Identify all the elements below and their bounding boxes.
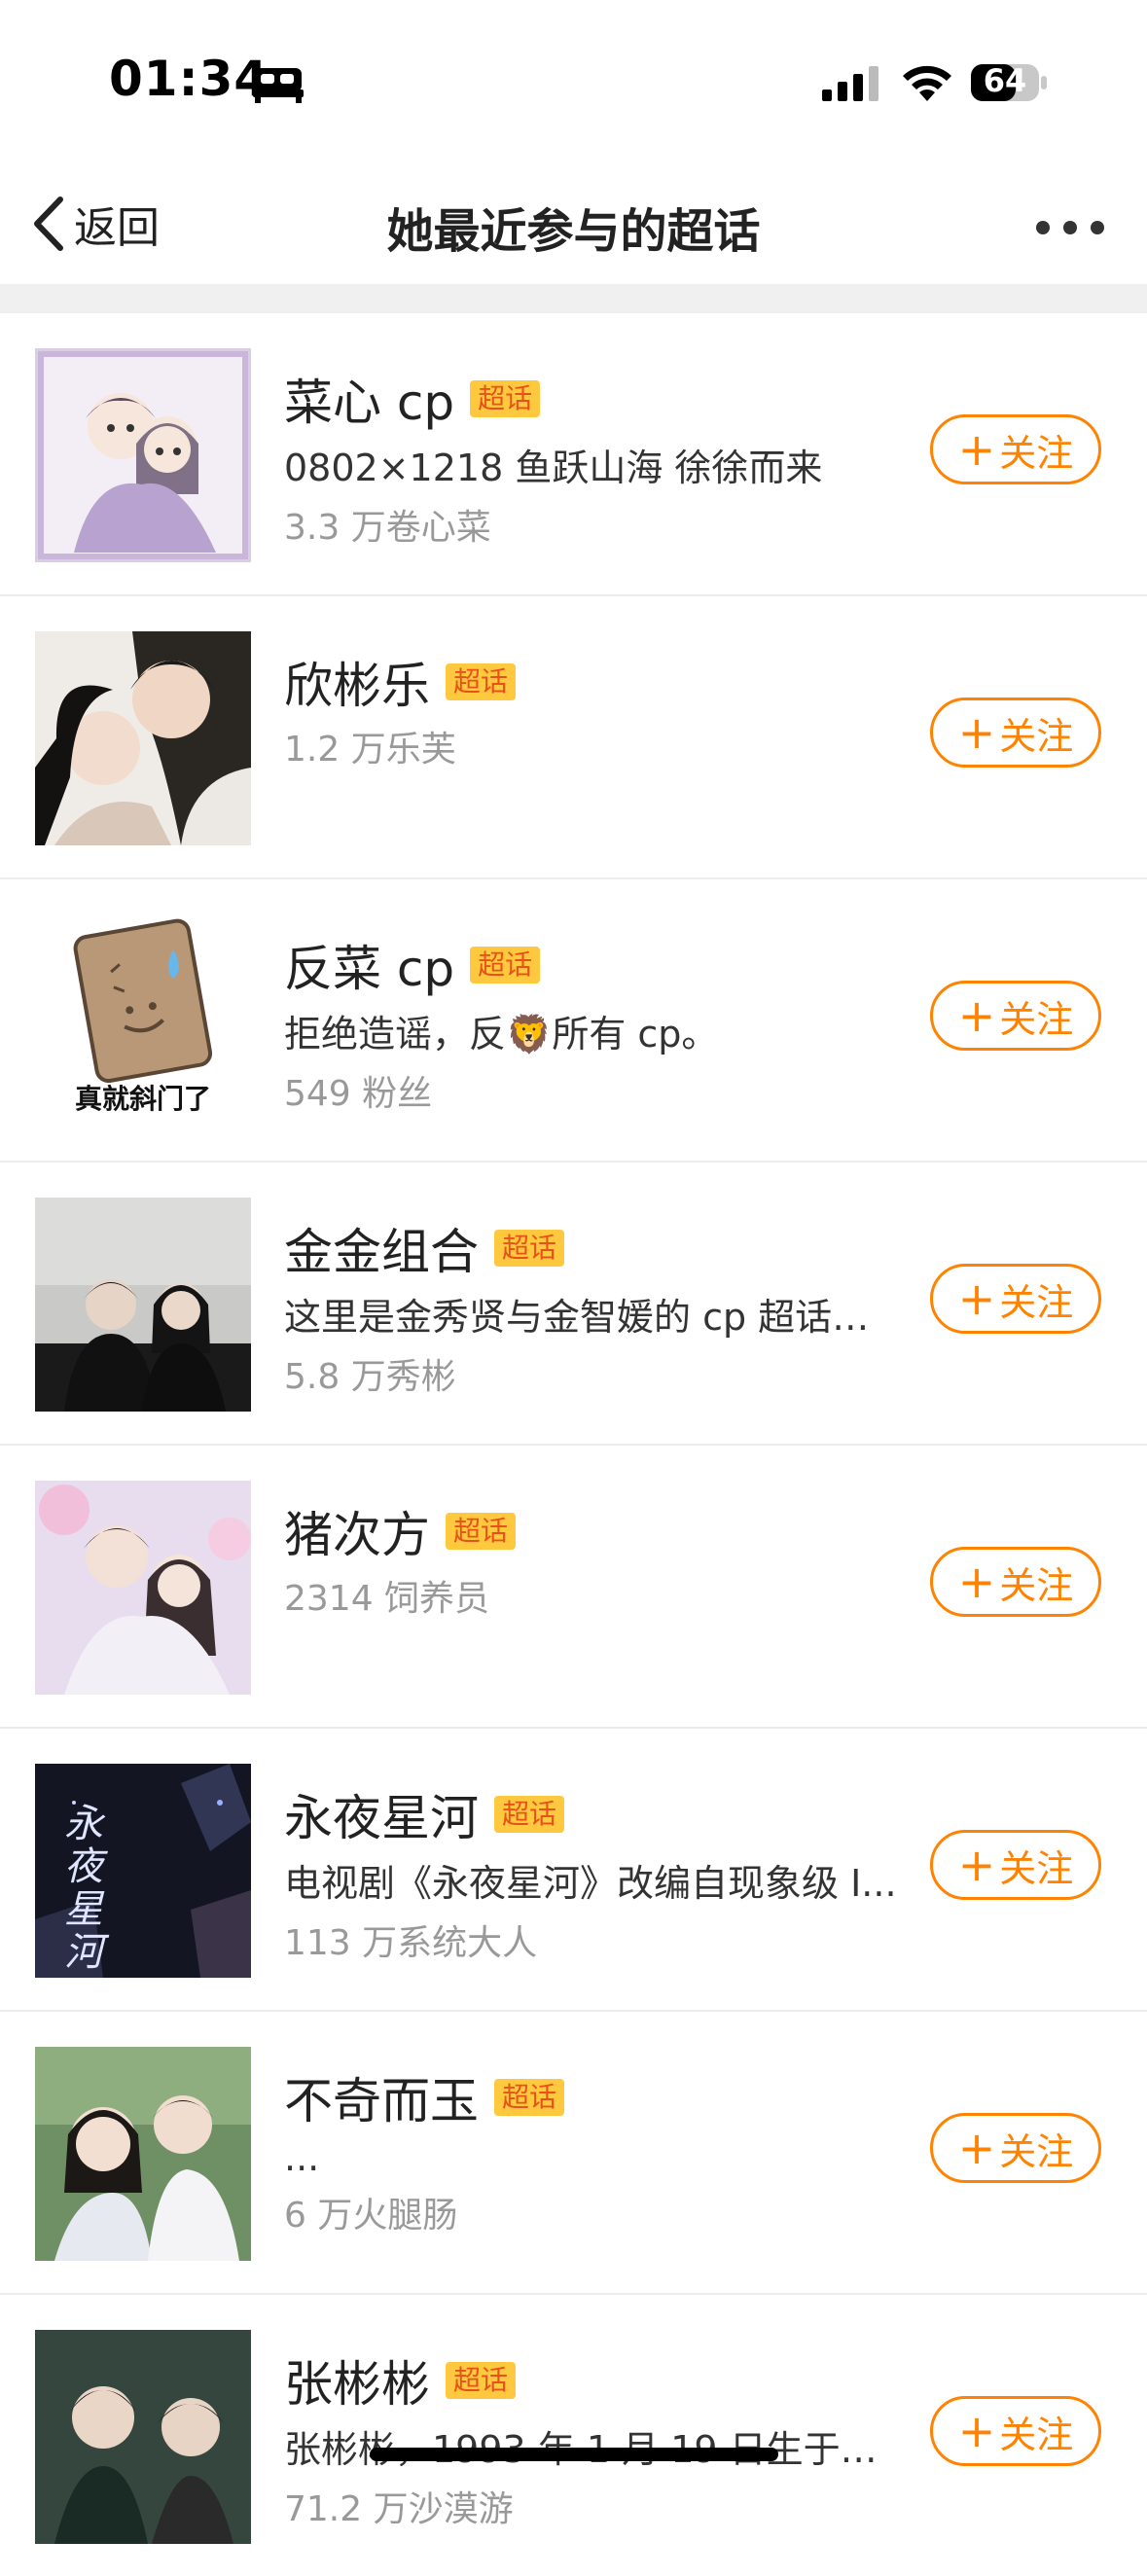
topic-name: 张彬彬: [284, 2356, 430, 2413]
super-topic-badge: 超话: [446, 2362, 517, 2399]
thumbnail-caption: 永夜星河: [64, 1802, 103, 1975]
topic-info: 不奇而玉 超话 ... 6 万火腿肠: [284, 2066, 907, 2237]
follow-label: 关注: [999, 1563, 1074, 1607]
section-divider: [0, 284, 1147, 313]
list-item[interactable]: 张彬彬 超话 张彬彬，1993 年 1 月 19 日生于江苏... 71.2 万…: [0, 2295, 1147, 2576]
topic-fan-count: 6 万火腿肠: [284, 2196, 458, 2236]
follow-label: 关注: [999, 431, 1074, 475]
topic-info: 欣彬乐 超话 1.2 万乐芙: [284, 651, 907, 771]
thumbnail-caption: 真就斜门了: [74, 1083, 211, 1115]
follow-label: 关注: [999, 1846, 1074, 1890]
super-topic-badge: 超话: [494, 1796, 565, 1833]
topic-description: 拒绝造谣，反🦁所有 cp。: [284, 1013, 719, 1055]
plus-icon: +: [957, 1556, 996, 1608]
topic-fan-count: 71.2 万沙漠游: [284, 2489, 514, 2529]
topic-name: 菜心 cp: [284, 375, 455, 431]
topic-name: 永夜星河: [284, 1790, 479, 1846]
topic-thumbnail: [35, 2047, 251, 2261]
super-topic-list: 菜心 cp 超话 0802×1218 鱼跃山海 徐徐而来 3.3 万卷心菜 + …: [0, 313, 1147, 2576]
topic-fan-count: 549 粉丝: [284, 1074, 433, 1114]
more-options-icon[interactable]: [1036, 212, 1110, 241]
follow-label: 关注: [999, 714, 1074, 758]
battery-level: 64: [983, 62, 1027, 99]
topic-thumbnail: [35, 1481, 251, 1695]
topic-info: 金金组合 超话 这里是金秀贤与金智媛的 cp 超话，... 5.8 万秀彬: [284, 1217, 907, 1399]
list-item[interactable]: 永夜星河 永夜星河 超话 电视剧《永夜星河》改编自现象级 I... 113 万系…: [0, 1729, 1147, 2012]
topic-description: 这里是金秀贤与金智媛的 cp 超话，...: [284, 1296, 897, 1339]
super-topic-badge: 超话: [470, 380, 541, 417]
topic-name: 欣彬乐: [284, 658, 430, 714]
topic-fan-count: 1.2 万乐芙: [284, 730, 456, 769]
sleep-focus-icon: [253, 68, 304, 103]
plus-icon: +: [957, 2122, 996, 2174]
follow-button[interactable]: + 关注: [930, 2396, 1101, 2466]
topic-thumbnail: 真就斜门了: [35, 914, 251, 1128]
list-item[interactable]: 菜心 cp 超话 0802×1218 鱼跃山海 徐徐而来 3.3 万卷心菜 + …: [0, 313, 1147, 596]
follow-button[interactable]: + 关注: [930, 414, 1101, 484]
home-indicator[interactable]: [370, 2448, 778, 2461]
follow-button[interactable]: + 关注: [930, 981, 1101, 1051]
topic-info: 反菜 cp 超话 拒绝造谣，反🦁所有 cp。 549 粉丝: [284, 934, 907, 1116]
list-item[interactable]: 猪次方 超话 2314 饲养员 + 关注: [0, 1446, 1147, 1729]
follow-label: 关注: [999, 1280, 1074, 1324]
topic-thumbnail: [35, 348, 251, 562]
topic-thumbnail: [35, 1198, 251, 1412]
follow-label: 关注: [999, 2129, 1074, 2173]
topic-description: 张彬彬，1993 年 1 月 19 日生于江苏...: [284, 2428, 897, 2471]
topic-name: 猪次方: [284, 1507, 430, 1563]
super-topic-badge: 超话: [446, 663, 517, 700]
super-topic-badge: 超话: [446, 1513, 517, 1550]
plus-icon: +: [957, 423, 996, 476]
follow-button[interactable]: + 关注: [930, 1264, 1101, 1334]
plus-icon: +: [957, 1272, 996, 1325]
topic-info: 张彬彬 超话 张彬彬，1993 年 1 月 19 日生于江苏... 71.2 万…: [284, 2349, 907, 2531]
wifi-icon: [903, 65, 951, 101]
super-topic-badge: 超话: [470, 947, 541, 984]
navigation-bar: 返回 她最近参与的超话: [0, 156, 1147, 287]
plus-icon: +: [957, 989, 996, 1042]
super-topic-badge: 超话: [494, 1230, 565, 1267]
topic-thumbnail: [35, 2330, 251, 2544]
topic-description: ...: [284, 2136, 320, 2179]
plus-icon: +: [957, 1839, 996, 1891]
topic-info: 猪次方 超话 2314 饲养员: [284, 1500, 907, 1621]
list-item[interactable]: 真就斜门了 反菜 cp 超话 拒绝造谣，反🦁所有 cp。 549 粉丝 + 关注: [0, 879, 1147, 1163]
topic-thumbnail: 永夜星河: [35, 1764, 251, 1978]
super-topic-badge: 超话: [494, 2079, 565, 2116]
topic-info: 永夜星河 超话 电视剧《永夜星河》改编自现象级 I... 113 万系统大人: [284, 1783, 907, 1965]
status-time: 01:34: [109, 51, 269, 107]
follow-button[interactable]: + 关注: [930, 698, 1101, 768]
topic-fan-count: 113 万系统大人: [284, 1923, 538, 1963]
follow-label: 关注: [999, 2413, 1074, 2456]
page-title: 她最近参与的超话: [386, 204, 761, 259]
follow-button[interactable]: + 关注: [930, 1547, 1101, 1617]
topic-description: 电视剧《永夜星河》改编自现象级 I...: [284, 1862, 897, 1905]
list-item[interactable]: 欣彬乐 超话 1.2 万乐芙 + 关注: [0, 596, 1147, 879]
plus-icon: +: [957, 2405, 996, 2457]
cellular-signal-icon: [822, 66, 878, 101]
battery-icon: 64: [969, 60, 1049, 105]
topic-fan-count: 5.8 万秀彬: [284, 1357, 456, 1397]
follow-button[interactable]: + 关注: [930, 1830, 1101, 1900]
list-item[interactable]: 不奇而玉 超话 ... 6 万火腿肠 + 关注: [0, 2012, 1147, 2295]
status-bar: 01:34 64: [0, 0, 1147, 156]
list-item[interactable]: 金金组合 超话 这里是金秀贤与金智媛的 cp 超话，... 5.8 万秀彬 + …: [0, 1163, 1147, 1446]
topic-thumbnail: [35, 631, 251, 845]
topic-description: 0802×1218 鱼跃山海 徐徐而来: [284, 447, 823, 489]
topic-name: 金金组合: [284, 1224, 479, 1280]
topic-name: 不奇而玉: [284, 2073, 479, 2129]
follow-button[interactable]: + 关注: [930, 2113, 1101, 2183]
topic-name: 反菜 cp: [284, 941, 455, 997]
plus-icon: +: [957, 706, 996, 759]
topic-fan-count: 2314 饲养员: [284, 1579, 490, 1619]
topic-info: 菜心 cp 超话 0802×1218 鱼跃山海 徐徐而来 3.3 万卷心菜: [284, 368, 907, 550]
topic-fan-count: 3.3 万卷心菜: [284, 508, 491, 548]
follow-label: 关注: [999, 997, 1074, 1041]
